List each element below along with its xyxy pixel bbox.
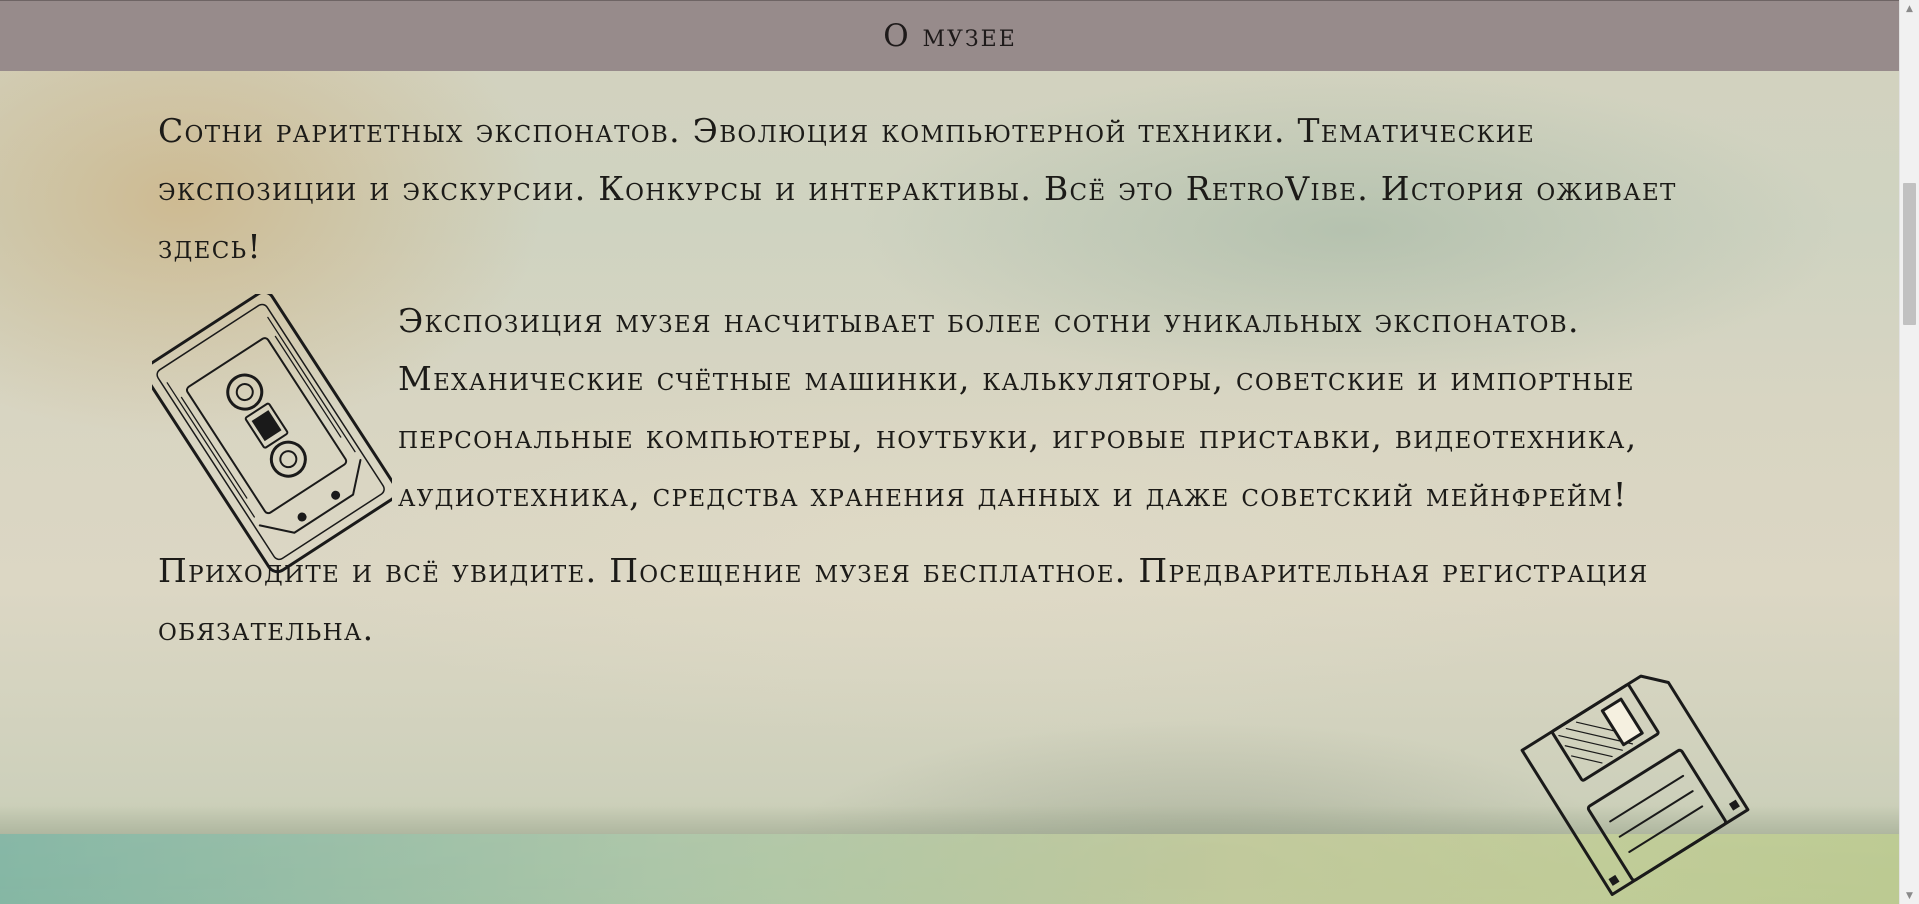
exhibition-row: Экспозиция музея насчитывает более сотни…	[152, 292, 1758, 574]
intro-paragraph: Сотни раритетных экспонатов. Эволюция ко…	[158, 111, 1677, 266]
exhibition-paragraph: Экспозиция музея насчитывает более сотни…	[398, 301, 1638, 514]
page-title: О музее	[883, 18, 1017, 54]
scroll-down-arrow-icon[interactable]: ▼	[1900, 887, 1919, 904]
header-bar: О музее	[0, 0, 1900, 71]
cassette-icon	[152, 292, 398, 574]
floppy-disk-icon	[1520, 660, 1750, 904]
page-background: О музее Сотни раритетных экспонатов. Эво…	[0, 0, 1900, 904]
vertical-scrollbar[interactable]: ▲ ▼	[1899, 0, 1919, 904]
about-content: Сотни раритетных экспонатов. Эволюция ко…	[152, 102, 1758, 658]
visit-paragraph: Приходите и всё увидите. Посещение музея…	[158, 551, 1649, 648]
scroll-up-arrow-icon[interactable]: ▲	[1900, 0, 1919, 17]
scrollbar-thumb[interactable]	[1903, 183, 1916, 325]
